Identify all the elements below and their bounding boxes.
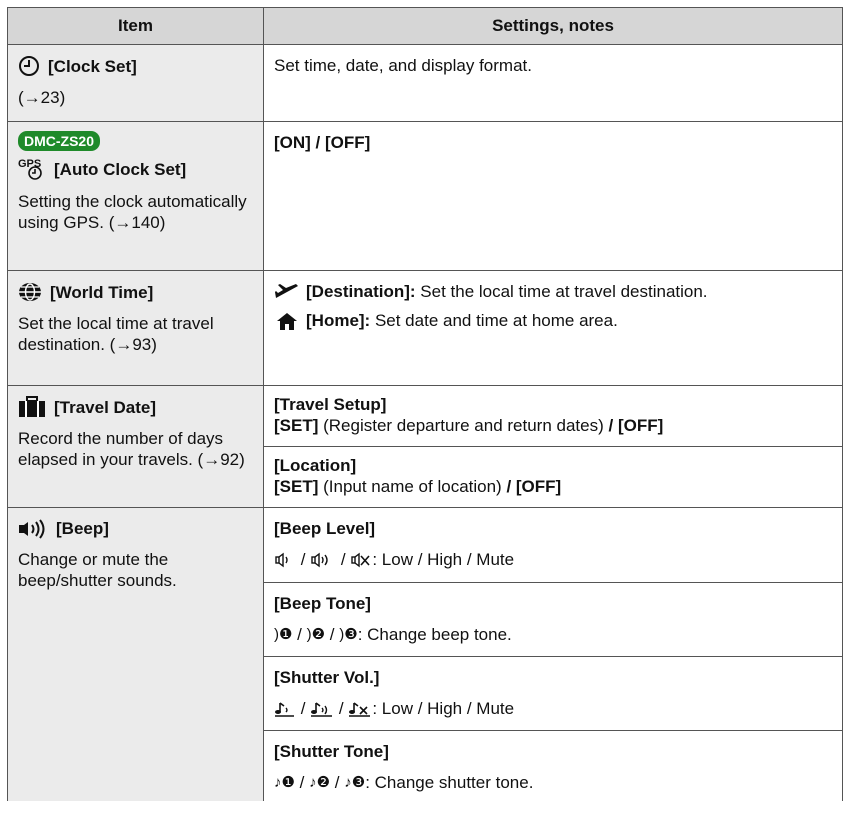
- beep-note: Change or mute the beep/shutter sounds.: [18, 550, 177, 590]
- shutter-tone-line: ♪❶ / ♪❷ / ♪❸ : Change shutter tone.: [274, 773, 534, 792]
- header-settings: Settings, notes: [263, 7, 843, 45]
- shutter-tone-settings: [Shutter Tone] ♪❶ / ♪❷ / ♪❸ : Change shu…: [263, 730, 843, 801]
- destination-label: [Destination]:: [306, 282, 416, 301]
- location-off: / [OFF]: [506, 477, 562, 496]
- shutter-tone-text: : Change shutter tone.: [365, 773, 534, 792]
- clock-icon: [18, 55, 40, 77]
- suitcase-icon: [18, 396, 46, 418]
- auto-clock-value: [ON] / [OFF]: [274, 133, 371, 152]
- row-world-time: [World Time] Set the local time at trave…: [7, 270, 843, 386]
- beep-tone-2-icon: )❷: [306, 626, 326, 643]
- row-travel-setup: [Travel Date] Record the number of days …: [7, 385, 843, 508]
- travel-date-title: [Travel Date]: [54, 397, 157, 417]
- travel-setup-line: [SET] (Register departure and return dat…: [274, 415, 832, 436]
- beep-tone-settings: [Beep Tone] )❶ / )❷ / )❸ : Change beep t…: [263, 582, 843, 657]
- shutter-tone-title: [Shutter Tone]: [274, 742, 389, 761]
- destination-line: [Destination]: Set the local time at tra…: [274, 281, 832, 302]
- clock-set-desc: Set time, date, and display format.: [274, 56, 532, 75]
- world-time-item: [World Time] Set the local time at trave…: [7, 270, 264, 386]
- clock-set-settings: Set time, date, and display format.: [263, 44, 843, 122]
- location-title: [Location]: [274, 456, 357, 475]
- destination-text: Set the local time at travel destination…: [415, 282, 708, 301]
- beep-tone-line: )❶ / )❷ / )❸ : Change beep tone.: [274, 625, 512, 644]
- world-time-note: Set the local time at travel destination…: [18, 314, 214, 354]
- travel-date-title-line: [Travel Date]: [18, 396, 253, 418]
- location-line: [SET] (Input name of location) / [OFF]: [274, 476, 832, 497]
- clock-set-title-line: [Clock Set]: [18, 55, 253, 77]
- airplane-icon: [274, 282, 300, 302]
- home-line: [Home]: Set date and time at home area.: [274, 310, 832, 331]
- travel-setup-title: [Travel Setup]: [274, 395, 387, 414]
- travel-setup-settings: [Travel Setup] [SET] (Register departure…: [263, 385, 843, 447]
- volume-high-icon: [310, 551, 336, 569]
- beep-title: [Beep]: [56, 519, 109, 538]
- travel-date-item: [Travel Date] Record the number of days …: [7, 385, 264, 508]
- world-time-settings: [Destination]: Set the local time at tra…: [263, 270, 843, 386]
- shutter-tone-1-icon: ♪❶: [274, 774, 295, 791]
- shutter-vol-mute-icon: [348, 700, 372, 718]
- clock-set-ref: (→23): [18, 88, 66, 107]
- travel-setup-set: [SET]: [274, 416, 319, 435]
- volume-low-icon: [274, 551, 296, 569]
- header-row: Item Settings, notes: [7, 7, 843, 45]
- model-badge: DMC-ZS20: [18, 131, 101, 151]
- beep-level-line: / / : Low / High / Mute: [274, 549, 832, 570]
- beep-tone-3-icon: )❸: [339, 626, 358, 643]
- shutter-tone-3-icon: ♪❸: [344, 774, 366, 791]
- mute-icon: [350, 551, 372, 569]
- auto-clock-title-line: GPS [Auto Clock Set]: [18, 157, 253, 181]
- clock-set-title: [Clock Set]: [48, 56, 137, 76]
- home-icon: [274, 311, 300, 331]
- travel-setup-off: / [OFF]: [608, 416, 664, 435]
- auto-clock-item: DMC-ZS20 GPS [Auto Clock Set] Setting th…: [7, 121, 264, 271]
- location-set: [SET]: [274, 477, 319, 496]
- travel-setup-text: (Register departure and return dates): [318, 416, 609, 435]
- beep-tone-1-icon: )❶: [274, 626, 293, 643]
- beep-level-settings: [Beep Level] / / : Low / High / Mute: [263, 507, 843, 583]
- row-auto-clock: DMC-ZS20 GPS [Auto Clock Set] Setting th…: [7, 121, 843, 271]
- location-text: (Input name of location): [318, 477, 507, 496]
- settings-table: Item Settings, notes [Clock Set] (→23) S…: [7, 7, 843, 801]
- travel-location-settings: [Location] [SET] (Input name of location…: [263, 446, 843, 508]
- beep-tone-text: : Change beep tone.: [357, 625, 512, 644]
- beep-title-line: [Beep]: [18, 518, 253, 539]
- row-beep-level: [Beep] Change or mute the beep/shutter s…: [7, 507, 843, 801]
- shutter-vol-text: : Low / High / Mute: [372, 699, 515, 718]
- world-time-title-line: [World Time]: [18, 281, 253, 303]
- shutter-tone-2-icon: ♪❷: [309, 774, 331, 791]
- shutter-vol-line: / / : Low / High / Mute: [274, 698, 832, 719]
- globe-icon: [18, 281, 42, 303]
- shutter-vol-settings: [Shutter Vol.] / / : Low / High / Mute: [263, 656, 843, 731]
- gps-clock-icon: GPS: [18, 157, 46, 181]
- header-item: Item: [7, 7, 264, 45]
- travel-date-note: Record the number of days elapsed in you…: [18, 429, 245, 469]
- clock-set-item: [Clock Set] (→23): [7, 44, 264, 122]
- home-text: Set date and time at home area.: [370, 311, 618, 330]
- auto-clock-note: Setting the clock automatically using GP…: [18, 192, 247, 232]
- row-clock-set: [Clock Set] (→23) Set time, date, and di…: [7, 44, 843, 122]
- shutter-vol-low-icon: [274, 700, 296, 718]
- world-time-title: [World Time]: [50, 282, 154, 302]
- speaker-icon: [18, 518, 48, 539]
- beep-level-title: [Beep Level]: [274, 519, 376, 538]
- auto-clock-title: [Auto Clock Set]: [54, 159, 187, 179]
- beep-tone-title: [Beep Tone]: [274, 594, 371, 613]
- beep-level-text: : Low / High / Mute: [372, 550, 515, 569]
- home-label: [Home]:: [306, 311, 371, 330]
- shutter-vol-high-icon: [310, 700, 334, 718]
- auto-clock-settings: [ON] / [OFF]: [263, 121, 843, 271]
- beep-item: [Beep] Change or mute the beep/shutter s…: [7, 507, 264, 801]
- shutter-vol-title: [Shutter Vol.]: [274, 668, 380, 687]
